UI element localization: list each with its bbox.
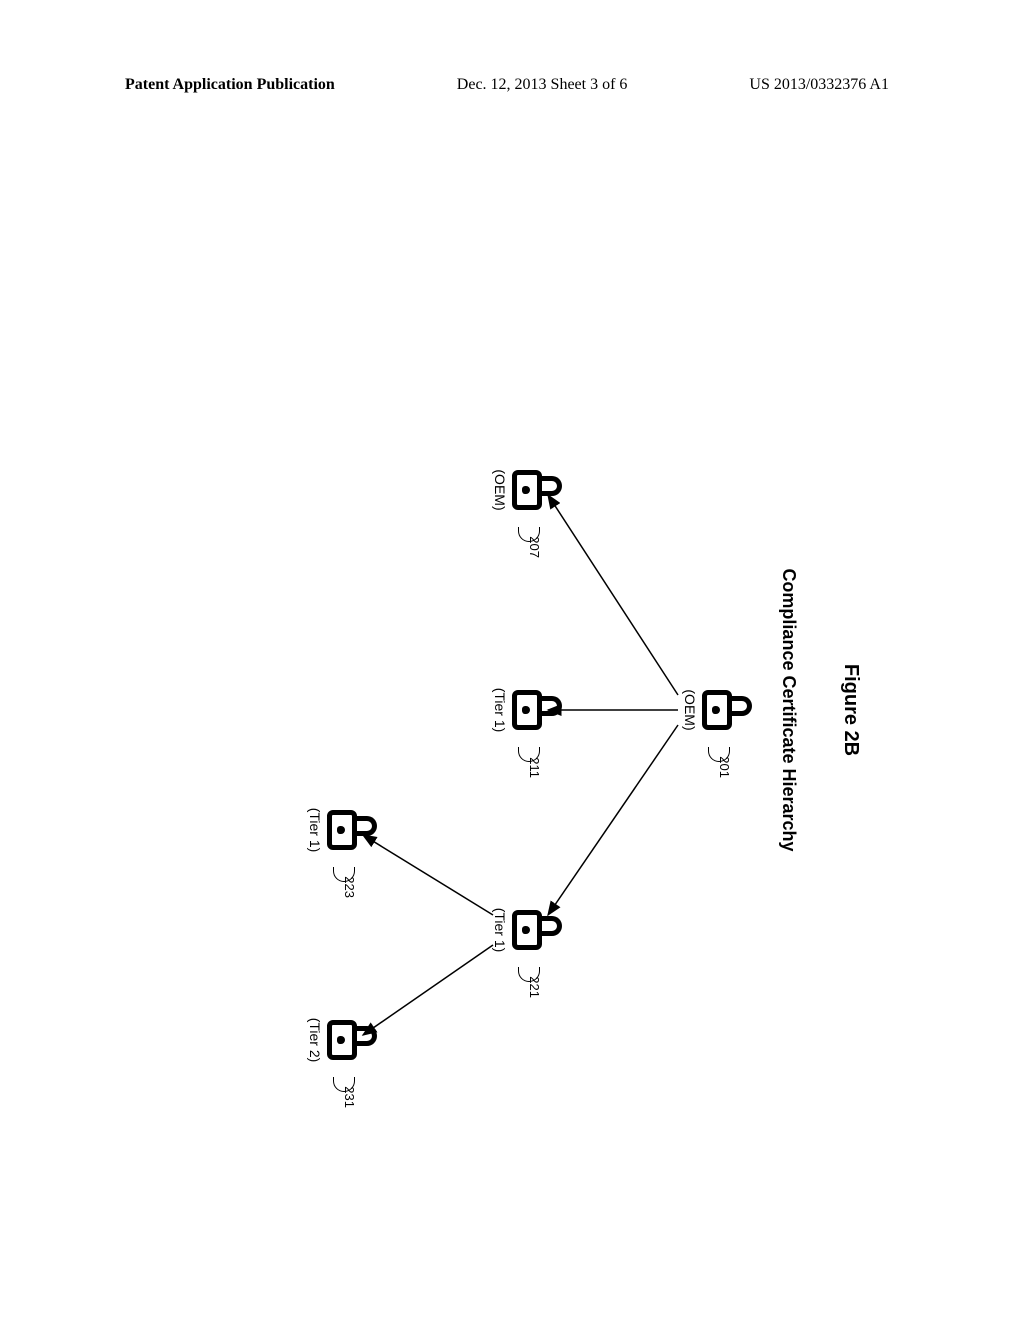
node-ref: 207 <box>527 536 542 558</box>
header-center: Dec. 12, 2013 Sheet 3 of 6 <box>457 76 628 94</box>
node-role: (Tier 1) <box>492 908 508 953</box>
figure-title: Compliance Certificate Hierarchy <box>778 260 799 1160</box>
node-211: 211 (Tier 1) <box>492 670 548 750</box>
page-header: Patent Application Publication Dec. 12, … <box>0 76 1024 94</box>
figure-container: Figure 2B Compliance Certificate Hierarc… <box>162 260 862 1160</box>
node-role: (OEM) <box>682 689 698 730</box>
lock-icon <box>512 910 548 950</box>
lock-icon <box>512 690 548 730</box>
hierarchy-tree: 201 (OEM) 207 (OEM) 211 (Tier 1) 221 (Ti… <box>228 260 748 1160</box>
node-ref: 221 <box>527 976 542 998</box>
node-223: 223 (Tier 1) <box>307 790 363 870</box>
node-221: 221 (Tier 1) <box>492 890 548 970</box>
node-ref: 231 <box>342 1086 357 1108</box>
lock-icon <box>702 690 738 730</box>
node-role: (Tier 1) <box>307 808 323 853</box>
header-left: Patent Application Publication <box>125 76 335 94</box>
connector-arrows <box>228 260 748 1160</box>
node-201: 201 (OEM) <box>682 670 738 750</box>
node-role: (Tier 1) <box>492 688 508 733</box>
node-ref: 201 <box>717 756 732 778</box>
header-right: US 2013/0332376 A1 <box>749 76 889 94</box>
node-ref: 223 <box>342 876 357 898</box>
lock-icon <box>512 470 548 510</box>
lock-icon <box>327 1020 363 1060</box>
node-role: (OEM) <box>492 469 508 510</box>
node-role: (Tier 2) <box>307 1018 323 1063</box>
figure-label: Figure 2B <box>839 260 862 1160</box>
node-ref: 211 <box>527 757 542 778</box>
node-207: 207 (OEM) <box>492 450 548 530</box>
node-231: 231 (Tier 2) <box>307 1000 363 1080</box>
lock-icon <box>327 810 363 850</box>
